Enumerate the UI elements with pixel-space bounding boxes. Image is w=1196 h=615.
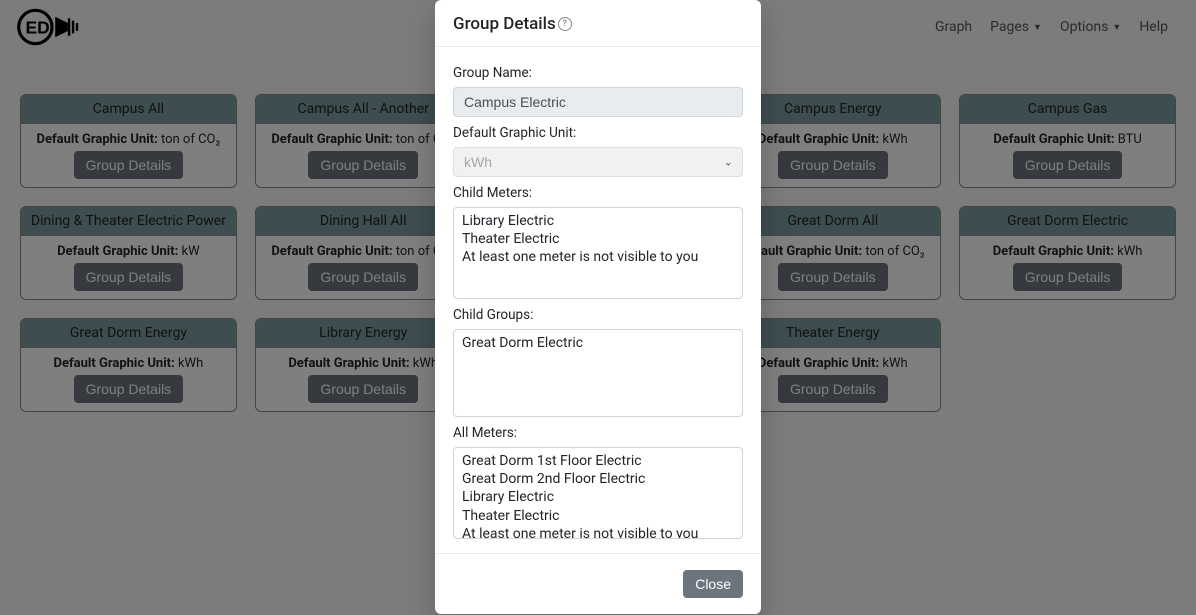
default-unit-select[interactable]: kWh [453,147,743,177]
list-item[interactable]: Theater Electric [462,230,734,248]
group-name-input[interactable] [453,87,743,117]
list-item[interactable]: Library Electric [462,212,734,230]
all-meters-label: All Meters: [453,425,743,441]
list-item[interactable]: Theater Electric [462,507,734,525]
modal-body: Group Name: Default Graphic Unit: kWh ⌄ … [435,47,761,553]
group-name-label: Group Name: [453,65,743,81]
child-groups-list[interactable]: Great Dorm Electric [453,329,743,417]
default-unit-label: Default Graphic Unit: [453,125,743,141]
list-item[interactable]: Great Dorm 1st Floor Electric [462,452,734,470]
child-meters-list[interactable]: Library ElectricTheater ElectricAt least… [453,207,743,299]
help-icon[interactable]: ? [558,17,572,31]
close-button[interactable]: Close [683,570,743,598]
group-details-modal: Group Details ? Group Name: Default Grap… [435,0,761,614]
modal-title: Group Details [453,14,556,34]
list-item[interactable]: At least one meter is not visible to you [462,525,734,539]
child-meters-label: Child Meters: [453,185,743,201]
list-item[interactable]: At least one meter is not visible to you [462,248,734,266]
list-item[interactable]: Great Dorm Electric [462,334,734,352]
child-groups-label: Child Groups: [453,307,743,323]
list-item[interactable]: Library Electric [462,488,734,506]
list-item[interactable]: Great Dorm 2nd Floor Electric [462,470,734,488]
all-meters-list[interactable]: Great Dorm 1st Floor ElectricGreat Dorm … [453,447,743,539]
modal-header: Group Details ? [435,0,761,47]
modal-footer: Close [435,553,761,614]
